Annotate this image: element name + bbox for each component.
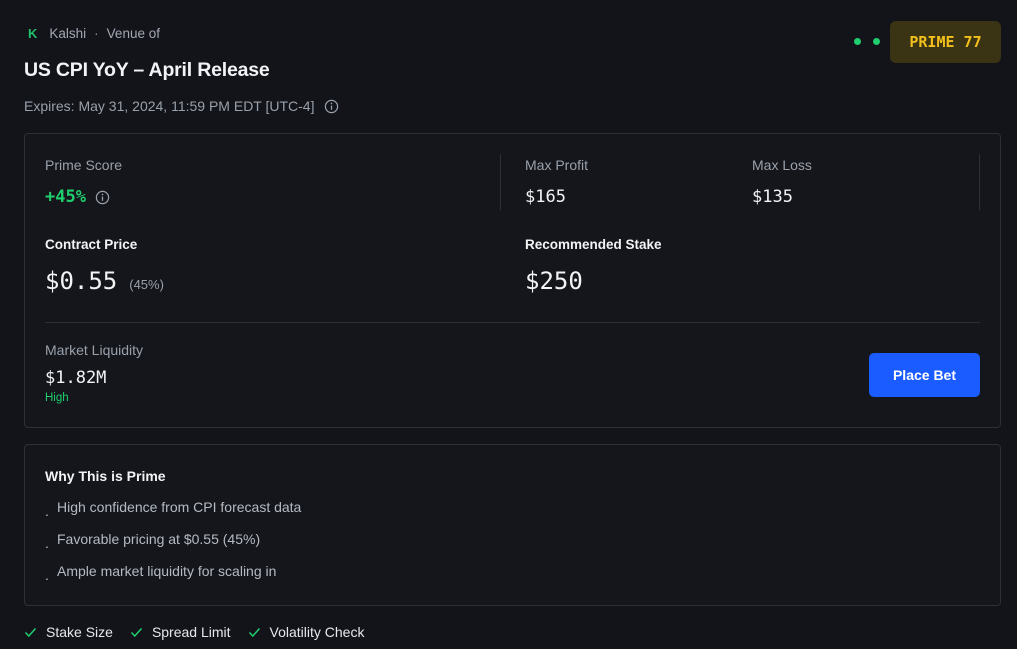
contract-price-label: Contract Price bbox=[45, 237, 138, 252]
max-profit-value: $165 bbox=[525, 187, 566, 207]
prime-score-row: +45% bbox=[45, 187, 110, 207]
check-icon bbox=[24, 627, 37, 637]
status-dot bbox=[854, 38, 861, 45]
kalshi-logo-icon: K bbox=[28, 26, 38, 41]
why-prime-title: Why This is Prime bbox=[45, 468, 166, 484]
check-label: Spread Limit bbox=[151, 624, 231, 640]
checks-row: Stake Size Spread Limit Volatility Check bbox=[24, 624, 381, 640]
metrics-card: Prime Score +45% Max Profit $165 Max Los… bbox=[24, 133, 1001, 428]
page-title: US CPI YoY – April Release bbox=[24, 59, 270, 81]
check-item: Spread Limit bbox=[130, 624, 231, 640]
liquidity-level: High bbox=[45, 392, 69, 404]
check-label: Volatility Check bbox=[269, 624, 365, 640]
separator-dot: · bbox=[94, 26, 99, 41]
check-item: Volatility Check bbox=[248, 624, 365, 640]
reason-text: Favorable pricing at $0.55 (45%) bbox=[57, 531, 261, 547]
venue-name[interactable]: Kalshi bbox=[49, 26, 86, 41]
venue-suffix: Venue of bbox=[106, 26, 160, 41]
divider bbox=[500, 154, 501, 210]
expires-row: Expires: May 31, 2024, 11:59 PM EDT [UTC… bbox=[24, 98, 339, 114]
status-dot bbox=[873, 38, 880, 45]
divider bbox=[979, 154, 980, 210]
recommended-stake-label: Recommended Stake bbox=[525, 237, 662, 252]
expires-text: Expires: May 31, 2024, 11:59 PM EDT [UTC… bbox=[24, 98, 315, 114]
bullet-icon: . bbox=[45, 535, 49, 551]
check-label: Stake Size bbox=[46, 624, 113, 640]
reason-text: High confidence from CPI forecast data bbox=[57, 499, 302, 515]
place-bet-button[interactable]: Place Bet bbox=[869, 353, 980, 397]
reason-text: Ample market liquidity for scaling in bbox=[57, 563, 277, 579]
liquidity-value: $1.82M bbox=[45, 368, 107, 388]
recommended-stake-value: $250 bbox=[525, 267, 583, 295]
reasons-list: . High confidence from CPI forecast data … bbox=[45, 499, 301, 595]
contract-price-value: $0.55 bbox=[45, 267, 118, 295]
bullet-icon: . bbox=[45, 567, 49, 583]
max-loss-value: $135 bbox=[752, 187, 793, 207]
prime-score-label: Prime Score bbox=[45, 157, 123, 173]
status-indicator bbox=[854, 38, 892, 45]
check-item: Stake Size bbox=[24, 624, 113, 640]
list-item: . Favorable pricing at $0.55 (45%) bbox=[45, 531, 301, 563]
prime-badge: PRIME 77 bbox=[890, 21, 1001, 63]
list-item: . High confidence from CPI forecast data bbox=[45, 499, 301, 531]
contract-price-row: $0.55 (45%) bbox=[45, 267, 164, 295]
venue-row: K Kalshi · Venue of bbox=[28, 26, 160, 41]
prime-score-value: +45% bbox=[45, 187, 86, 207]
contract-price-pct: (45%) bbox=[129, 277, 164, 292]
max-loss-label: Max Loss bbox=[752, 157, 812, 173]
info-icon[interactable] bbox=[95, 190, 110, 205]
check-icon bbox=[248, 627, 260, 637]
bullet-icon: . bbox=[45, 503, 49, 519]
divider bbox=[45, 322, 980, 323]
why-prime-card: Why This is Prime . High confidence from … bbox=[24, 444, 1001, 606]
list-item: . Ample market liquidity for scaling in bbox=[45, 563, 301, 595]
max-profit-label: Max Profit bbox=[525, 157, 589, 173]
liquidity-label: Market Liquidity bbox=[45, 342, 144, 358]
info-icon[interactable] bbox=[324, 99, 339, 114]
check-icon bbox=[130, 627, 142, 637]
